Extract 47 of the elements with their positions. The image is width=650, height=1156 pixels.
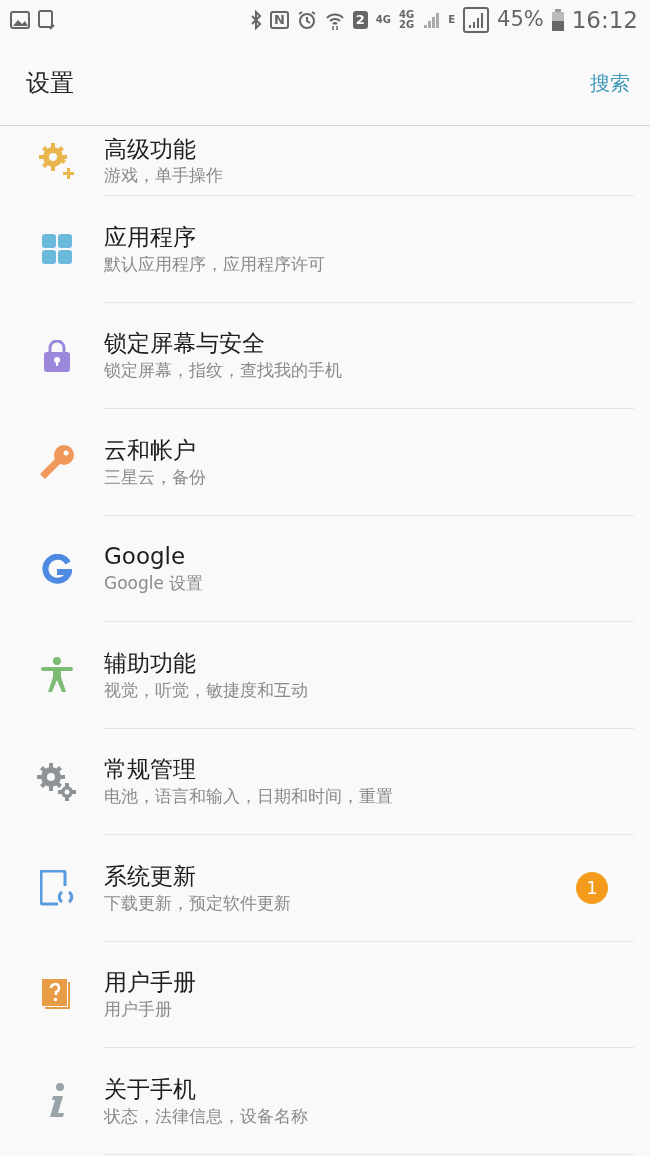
item-title: 高级功能 xyxy=(104,134,197,164)
item-subtitle: 用户手册 xyxy=(104,998,173,1021)
item-subtitle: 视觉，听觉，敏捷度和互动 xyxy=(104,678,309,701)
signal-icon xyxy=(422,10,441,30)
alarm-icon xyxy=(296,10,317,30)
item-subtitle: 默认应用程序，应用程序许可 xyxy=(104,252,326,275)
item-title: Google xyxy=(104,542,187,572)
item-title: 常规管理 xyxy=(104,755,197,785)
item-subtitle: 三星云，备份 xyxy=(104,465,207,488)
clock: 16:12 xyxy=(571,5,638,35)
item-title: 系统更新 xyxy=(104,861,197,891)
item-subtitle: 电池，语言和输入，日期和时间，重置 xyxy=(104,785,394,808)
nfc-icon: N xyxy=(269,11,289,29)
settings-item[interactable]: 应用程序 默认应用程序，应用程序许可 xyxy=(0,196,650,303)
page-title: 设置 xyxy=(26,67,74,99)
item-title: 辅助功能 xyxy=(104,648,197,678)
item-subtitle: 锁定屏幕，指纹，查找我的手机 xyxy=(104,359,343,382)
item-title: 用户手册 xyxy=(104,968,197,998)
notification-badge: 1 xyxy=(576,871,608,904)
settings-item[interactable]: 辅助功能 视觉，听觉，敏捷度和互动 xyxy=(0,622,650,729)
settings-item[interactable]: 锁定屏幕与安全 锁定屏幕，指纹，查找我的手机 xyxy=(0,302,650,409)
item-title: 锁定屏幕与安全 xyxy=(104,329,266,359)
item-subtitle: 状态，法律信息，设备名称 xyxy=(104,1104,309,1127)
network-type: 4G xyxy=(399,10,415,20)
item-subtitle: 下载更新，预定软件更新 xyxy=(104,891,292,914)
item-title: 应用程序 xyxy=(104,222,197,252)
network-type: E xyxy=(448,15,455,25)
settings-item[interactable]: 系统更新 下载更新，预定软件更新 1 xyxy=(0,835,650,942)
item-title: 关于手机 xyxy=(104,1074,197,1104)
item-subtitle: 游戏，单手操作 xyxy=(104,164,224,187)
item-subtitle: Google 设置 xyxy=(104,572,205,595)
settings-item[interactable]: 云和帐户 三星云，备份 xyxy=(0,409,650,516)
item-title: 云和帐户 xyxy=(104,435,197,465)
settings-item[interactable]: 用户手册 用户手册 xyxy=(0,941,650,1048)
settings-item[interactable]: 常规管理 电池，语言和输入，日期和时间，重置 xyxy=(0,728,650,835)
image-icon xyxy=(10,11,30,29)
network-type: 4G xyxy=(375,15,391,25)
bluetooth-icon xyxy=(249,10,262,30)
battery-percent: 45% xyxy=(497,6,544,34)
sim-badge: 2 xyxy=(352,11,368,29)
settings-item[interactable]: Google Google 设置 xyxy=(0,515,650,622)
network-type: 2G xyxy=(399,20,415,30)
battery-icon xyxy=(551,9,564,31)
settings-item[interactable]: 高级功能 游戏，单手操作 xyxy=(0,126,650,196)
tablet-icon xyxy=(38,10,56,30)
signal-icon xyxy=(463,7,489,33)
settings-item[interactable]: 关于手机 状态，法律信息，设备名称 xyxy=(0,1048,650,1155)
